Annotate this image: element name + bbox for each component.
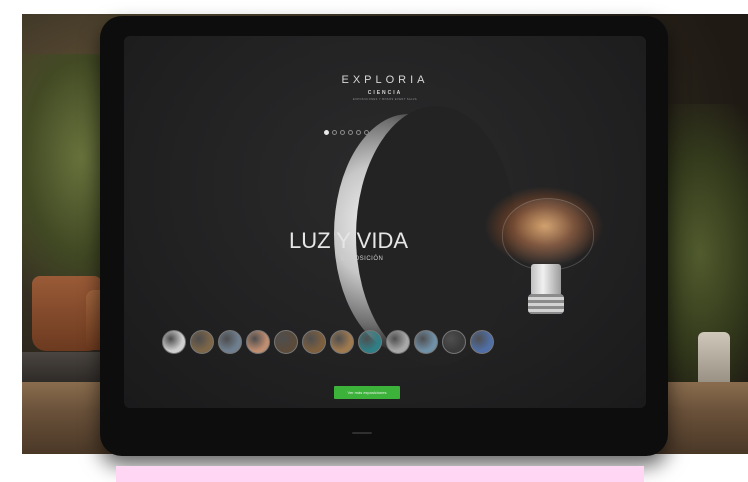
exhibition-thumbnail[interactable] [386, 330, 410, 354]
exhibition-thumbnail[interactable] [274, 330, 298, 354]
exhibition-thumbnail[interactable] [246, 330, 270, 354]
exhibition-thumbnail[interactable] [218, 330, 242, 354]
hero-subtitle: EXPOSICIÓN [341, 256, 384, 262]
home-indicator [352, 432, 372, 434]
exhibition-thumbnail[interactable] [190, 330, 214, 354]
slider-dot[interactable] [348, 130, 353, 135]
slider-dot[interactable] [324, 130, 329, 135]
exhibition-thumbnail[interactable] [470, 330, 494, 354]
slider-dot[interactable] [332, 130, 337, 135]
exhibition-thumbnail[interactable] [414, 330, 438, 354]
exhibition-thumbnail[interactable] [442, 330, 466, 354]
tablet-screen: EXPLORIA CIENCIA EXPOSICIONES Y BOSOS EV… [124, 36, 646, 408]
brand-tagline: EXPOSICIONES Y BOSOS EVENT SALVA [352, 98, 418, 101]
hero-title: LUZ Y VIDA [289, 228, 409, 253]
caption-bar [116, 466, 644, 482]
slider-dot[interactable] [340, 130, 345, 135]
lightbulb-icon [502, 198, 594, 270]
exhibition-thumbnail[interactable] [330, 330, 354, 354]
exhibition-thumbnail[interactable] [162, 330, 186, 354]
slider-dot[interactable] [356, 130, 361, 135]
brand-logo: EXPLORIA [341, 74, 429, 86]
more-exhibitions-button[interactable]: Ver más exposiciones [334, 386, 400, 399]
exhibition-thumbnail[interactable] [358, 330, 382, 354]
lightbulb-base [528, 294, 564, 314]
exhibition-thumbnail[interactable] [302, 330, 326, 354]
exhibition-thumbnails [162, 330, 494, 354]
brand-subtitle: CIENCIA [367, 90, 403, 96]
lightbulb-neck [531, 264, 561, 296]
